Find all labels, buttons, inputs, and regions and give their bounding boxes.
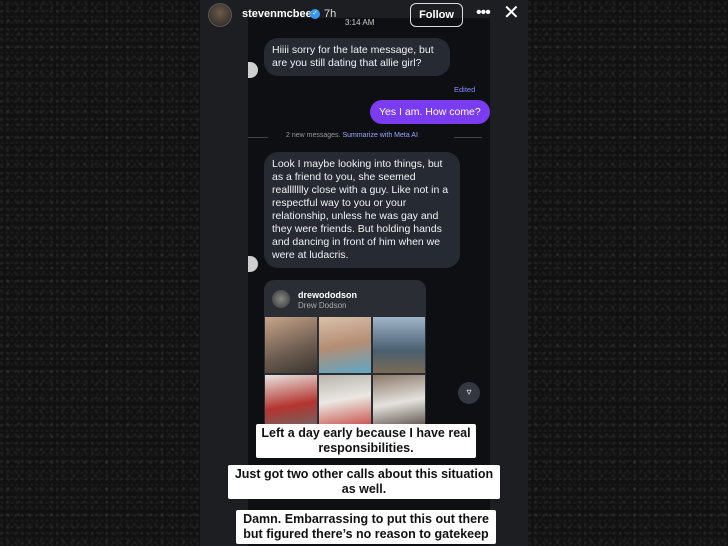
photo-thumbnail bbox=[265, 374, 317, 430]
more-options-icon[interactable]: ••• bbox=[476, 4, 491, 22]
message-bubble-incoming: Look I maybe looking into things, but as… bbox=[264, 152, 460, 268]
shared-post-username: drewododson bbox=[298, 290, 357, 300]
shared-post-avatar bbox=[272, 290, 290, 308]
photo-thumbnail bbox=[319, 374, 371, 430]
verified-badge-icon: ✓ bbox=[310, 9, 320, 19]
shared-post-display-name: Drew Dodson bbox=[298, 301, 347, 310]
story-header: stevenmcbee ✓ 7h Follow ••• ✕ bbox=[200, 0, 528, 30]
story-caption: Left a day early because I have real res… bbox=[256, 424, 476, 458]
new-messages-banner: 2 new messages. Summarize with Meta AI bbox=[286, 132, 418, 139]
edited-label: Edited bbox=[454, 85, 476, 94]
story-caption: Damn. Embarrassing to put this out there… bbox=[236, 510, 496, 544]
message-bubble-incoming: Hiiii sorry for the late message, but ar… bbox=[264, 38, 450, 76]
follow-button[interactable]: Follow bbox=[410, 3, 463, 27]
close-icon[interactable]: ✕ bbox=[503, 2, 520, 24]
story-viewer: 3:14 AM Hiiii sorry for the late message… bbox=[200, 0, 528, 546]
shared-post-card[interactable]: drewododson Drew Dodson bbox=[264, 280, 426, 430]
photo-thumbnail bbox=[319, 317, 371, 373]
share-icon[interactable]: ▿ bbox=[458, 382, 480, 404]
photo-thumbnail bbox=[265, 317, 317, 373]
divider-left bbox=[248, 137, 268, 138]
story-caption: Just got two other calls about this situ… bbox=[228, 465, 500, 499]
divider-right bbox=[454, 137, 482, 138]
sender-avatar bbox=[248, 62, 258, 78]
new-messages-count: 2 new messages. bbox=[286, 132, 341, 139]
photo-thumbnail bbox=[373, 317, 425, 373]
background-texture-left bbox=[0, 0, 200, 546]
summarize-link[interactable]: Summarize with Meta AI bbox=[342, 132, 417, 139]
avatar[interactable] bbox=[208, 3, 232, 27]
photo-grid bbox=[265, 317, 425, 430]
username[interactable]: stevenmcbee bbox=[242, 8, 312, 20]
photo-thumbnail bbox=[373, 374, 425, 430]
post-age: 7h bbox=[324, 8, 337, 20]
background-texture-right bbox=[528, 0, 728, 546]
sender-avatar bbox=[248, 256, 258, 272]
message-bubble-outgoing: Yes I am. How come? bbox=[370, 100, 490, 124]
